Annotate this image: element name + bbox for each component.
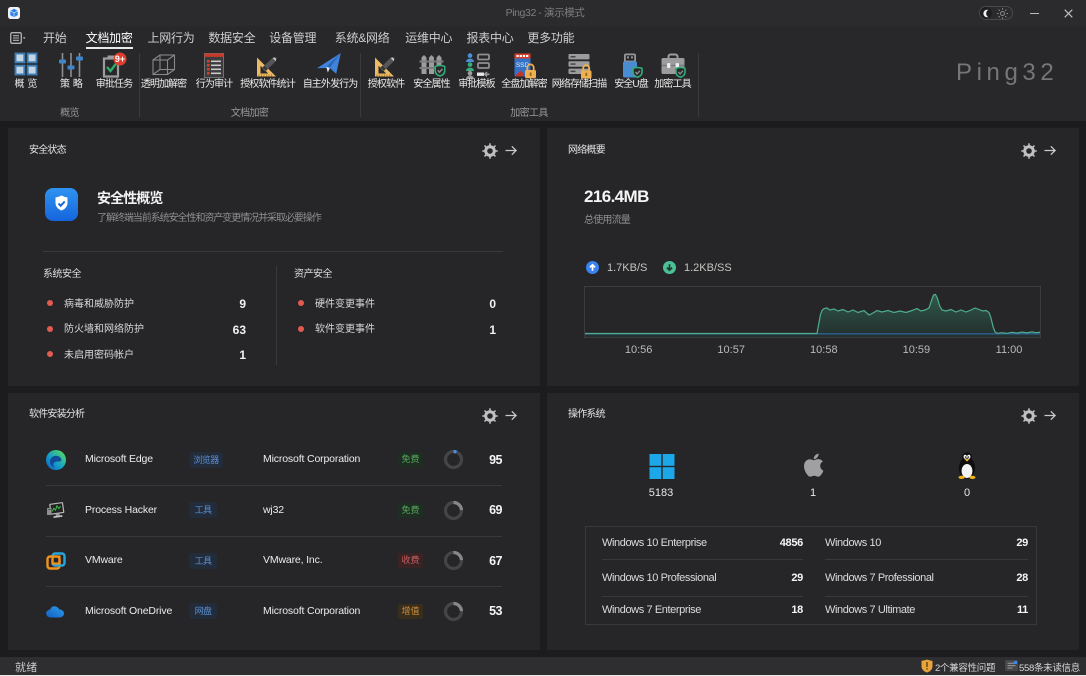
svg-text:9+: 9+ bbox=[115, 54, 125, 64]
